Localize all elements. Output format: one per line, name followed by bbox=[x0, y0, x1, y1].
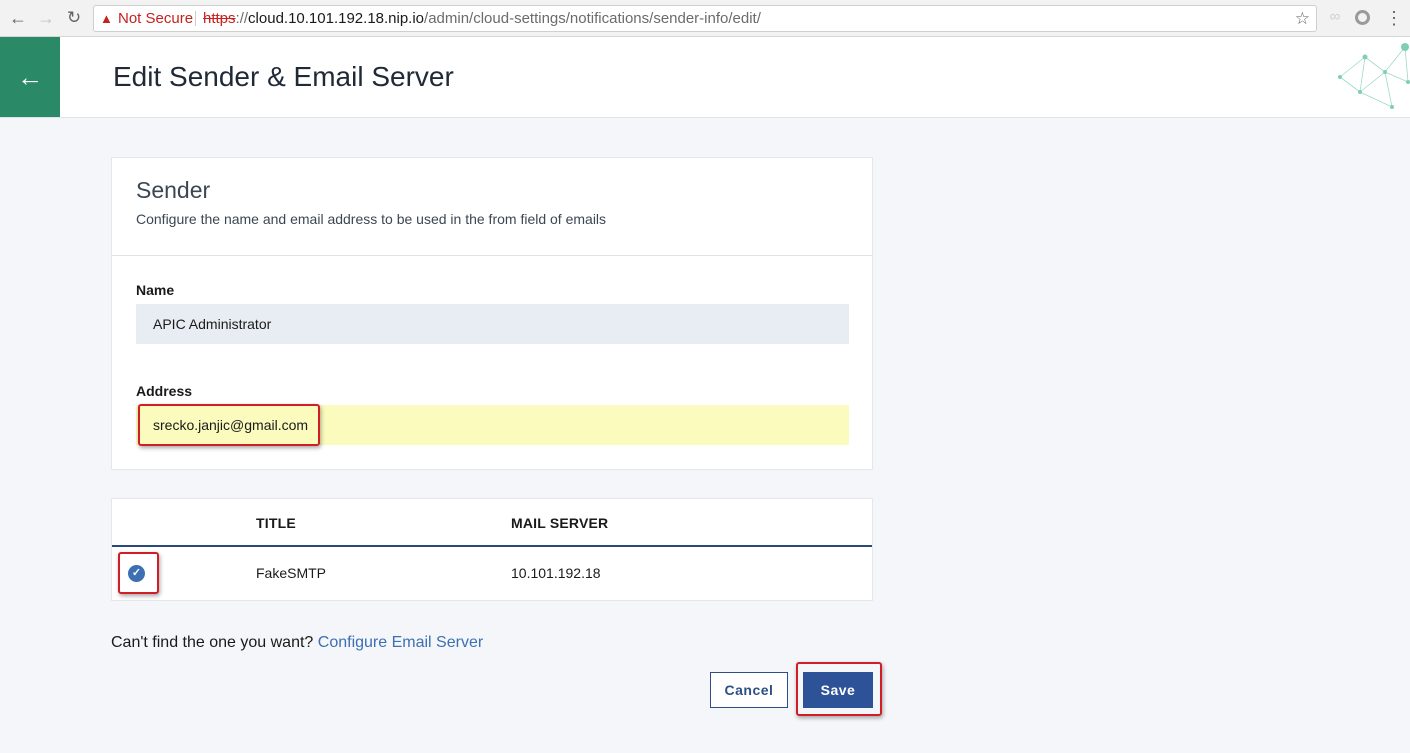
name-field[interactable]: APIC Administrator bbox=[136, 304, 849, 344]
column-header-title: TITLE bbox=[256, 515, 296, 531]
url-host: cloud.10.101.192.18.nip.io bbox=[248, 10, 425, 27]
url-scheme: https bbox=[203, 10, 236, 27]
table-row[interactable]: ✓ FakeSMTP 10.101.192.18 bbox=[112, 547, 872, 601]
sender-card: Sender Configure the name and email addr… bbox=[111, 157, 873, 470]
browser-reload-icon[interactable]: ↻ bbox=[63, 7, 85, 29]
mail-server-table: TITLE MAIL SERVER ✓ FakeSMTP 10.101.192.… bbox=[111, 498, 873, 601]
extension-icon[interactable]: ∞ bbox=[1326, 8, 1344, 26]
browser-forward-icon[interactable]: → bbox=[35, 7, 57, 29]
url-path: /admin/cloud-settings/notifications/send… bbox=[424, 10, 761, 27]
page-title: Edit Sender & Email Server bbox=[113, 61, 454, 92]
name-label: Name bbox=[136, 282, 175, 298]
sender-description: Configure the name and email address to … bbox=[136, 211, 607, 227]
extension-circle-icon[interactable] bbox=[1355, 10, 1370, 25]
warning-icon: ▲ bbox=[100, 11, 113, 26]
network-graphic-icon bbox=[1338, 43, 1410, 109]
security-label[interactable]: Not Secure bbox=[118, 6, 193, 31]
omnibox-divider bbox=[195, 11, 196, 26]
page-header: ← Edit Sender & Email Server bbox=[0, 37, 1410, 118]
url-text[interactable]: https://cloud.10.101.192.18.nip.io/admin… bbox=[203, 6, 761, 31]
row-mail-server: 10.101.192.18 bbox=[511, 565, 601, 581]
cancel-button[interactable]: Cancel bbox=[710, 672, 788, 708]
bookmark-star-icon[interactable]: ☆ bbox=[1295, 6, 1310, 31]
url-separator: :// bbox=[235, 10, 249, 27]
sender-title: Sender bbox=[136, 177, 211, 203]
browser-toolbar: ← → ↻ ▲ Not Secure https://cloud.10.101.… bbox=[0, 0, 1410, 37]
table-header: TITLE MAIL SERVER bbox=[112, 499, 872, 547]
column-header-mail-server: MAIL SERVER bbox=[511, 515, 609, 531]
back-arrow-icon[interactable]: ← bbox=[0, 37, 60, 117]
address-bar[interactable]: ▲ Not Secure https://cloud.10.101.192.18… bbox=[93, 5, 1317, 32]
row-title: FakeSMTP bbox=[256, 565, 327, 581]
configure-prompt-text: Can't find the one you want? bbox=[111, 634, 314, 651]
browser-back-icon[interactable]: ← bbox=[7, 7, 29, 29]
browser-menu-icon[interactable]: ⋮ bbox=[1385, 6, 1403, 30]
configure-prompt: Can't find the one you want? Configure E… bbox=[111, 634, 483, 652]
address-field[interactable]: srecko.janjic@gmail.com bbox=[136, 405, 849, 445]
configure-email-server-link[interactable]: Configure Email Server bbox=[318, 634, 483, 651]
sender-card-header: Sender Configure the name and email addr… bbox=[112, 158, 872, 256]
checkmark-circle-icon[interactable]: ✓ bbox=[128, 565, 145, 582]
save-button[interactable]: Save bbox=[803, 672, 873, 708]
address-label: Address bbox=[136, 383, 193, 399]
